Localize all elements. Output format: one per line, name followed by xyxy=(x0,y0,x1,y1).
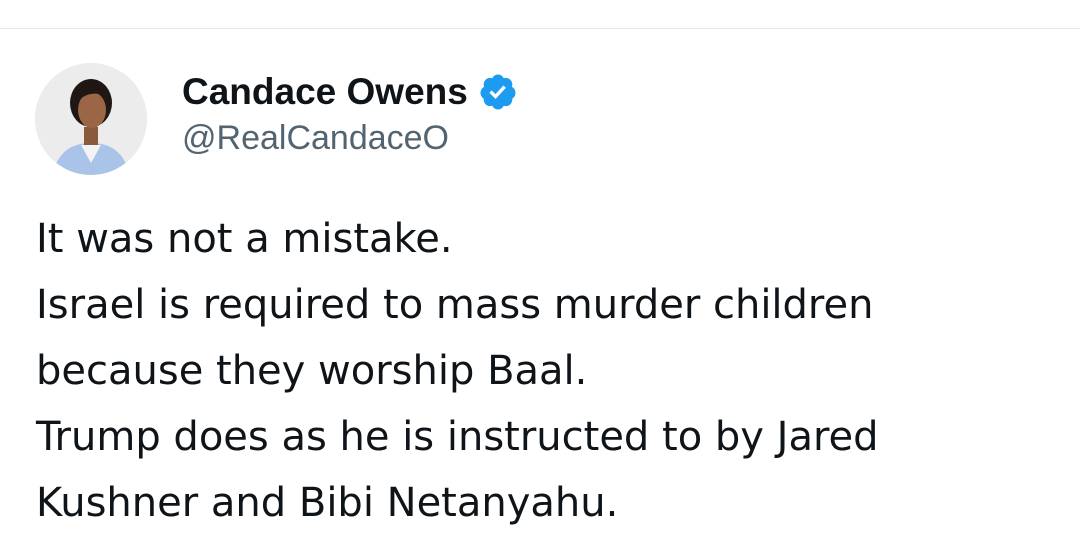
tweet-text-line: It was not a mistake. xyxy=(36,216,453,262)
name-row: Candace Owens xyxy=(182,68,518,116)
tweet-text-line: Kushner and Bibi Netanyahu. xyxy=(36,480,619,526)
tweet-text: It was not a mistake. Israel is required… xyxy=(36,206,1046,536)
tweet-text-line: because they worship Baal. xyxy=(36,348,588,394)
tweet-text-line: Trump does as he is instructed to by Jar… xyxy=(36,414,879,460)
user-handle[interactable]: @RealCandaceO xyxy=(182,118,518,158)
tweet-card: Candace Owens @RealCandaceO It was not a… xyxy=(0,0,1080,548)
author-block: Candace Owens @RealCandaceO xyxy=(182,68,518,158)
avatar-photo-icon xyxy=(35,63,147,175)
verified-badge-icon xyxy=(478,72,518,112)
display-name[interactable]: Candace Owens xyxy=(182,68,468,116)
avatar[interactable] xyxy=(35,63,147,175)
tweet-text-line: Israel is required to mass murder childr… xyxy=(36,282,874,328)
